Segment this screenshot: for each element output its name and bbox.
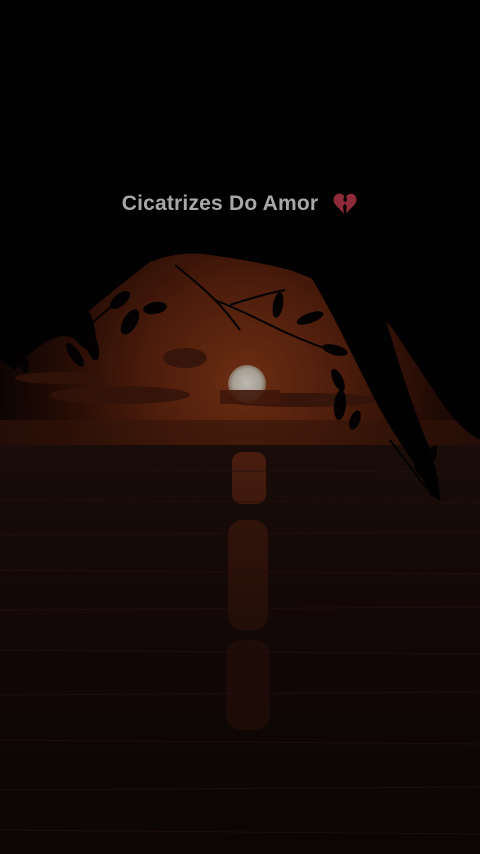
video-caption: Cicatrizes Do Amor xyxy=(0,192,480,216)
broken-heart-icon xyxy=(333,194,357,215)
video-frame: Cicatrizes Do Amor xyxy=(0,0,480,854)
caption-text: Cicatrizes Do Amor xyxy=(121,192,319,216)
sunset-scene-image xyxy=(0,0,480,854)
